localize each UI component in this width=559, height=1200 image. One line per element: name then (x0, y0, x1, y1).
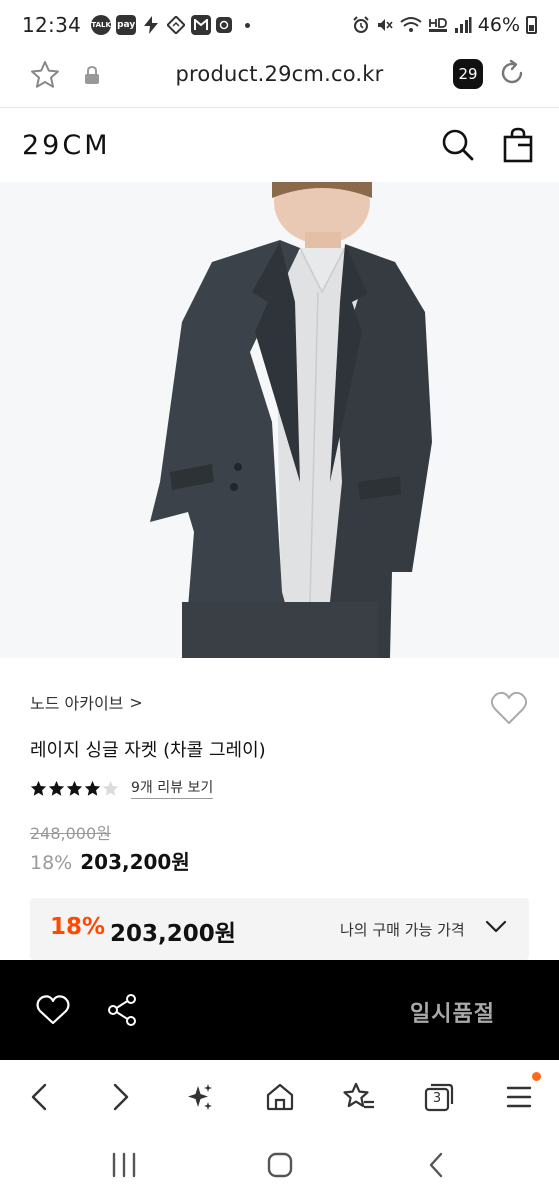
purchase-action-bar: 일시품절 (0, 960, 559, 1060)
search-icon[interactable] (441, 128, 475, 162)
menu-notification-dot (532, 1072, 541, 1081)
star-filled-icon (48, 780, 65, 796)
kakaotalk-icon: TALK (91, 15, 112, 35)
discount-rate: 18% (30, 852, 73, 874)
star-filled-icon (66, 780, 83, 796)
browser-toolbar: 3 (0, 1060, 559, 1132)
back-nav-icon[interactable] (426, 1152, 448, 1178)
purchase-price: 203,200원 (110, 921, 236, 947)
browser-url-bar: product.29cm.co.kr 29 (0, 50, 559, 108)
system-navigation-bar (0, 1132, 559, 1200)
tabs-button[interactable]: 3 (424, 1082, 454, 1112)
brand-link[interactable]: 노드 아카이브 > (30, 690, 143, 714)
purchase-price-label: 나의 구매 가능 가격 (340, 921, 465, 939)
brand-name: 노드 아카이브 (30, 694, 124, 713)
alarm-icon (353, 16, 369, 33)
status-time: 12:34 (22, 13, 82, 37)
bookmarks-icon[interactable] (342, 1082, 376, 1112)
chevron-right-icon: > (129, 692, 143, 712)
app-notification-icon (216, 17, 233, 33)
site-header: 29CM (0, 108, 559, 182)
recent-apps-icon[interactable] (110, 1152, 138, 1178)
notification-icons: TALK pay (91, 15, 251, 35)
product-image[interactable] (0, 182, 559, 658)
menu-icon[interactable] (506, 1082, 532, 1112)
my-purchase-price-box[interactable]: 18% 203,200원 나의 구매 가능 가격 (30, 898, 529, 960)
soldout-button[interactable]: 일시품절 (410, 996, 495, 1028)
sale-price: 203,200원 (80, 850, 190, 874)
product-photo-illustration (0, 182, 559, 658)
home-nav-icon[interactable] (266, 1152, 294, 1178)
star-filled-icon (30, 780, 47, 796)
signal-icon (454, 17, 472, 33)
back-icon[interactable] (28, 1082, 50, 1112)
hd-voice-icon (428, 18, 447, 32)
direction-icon (166, 15, 186, 35)
mute-icon (377, 19, 393, 31)
price-row: 18% 203,200원 (30, 846, 190, 875)
wishlist-heart-icon[interactable] (36, 994, 70, 1026)
site-tab-badge[interactable]: 29 (453, 59, 483, 89)
original-price: 248,000원 (30, 824, 111, 843)
forward-icon[interactable] (110, 1082, 132, 1112)
site-logo[interactable]: 29CM (22, 130, 111, 161)
wifi-icon (400, 17, 422, 32)
ai-sparkle-icon[interactable] (186, 1082, 214, 1112)
battery-icon (526, 16, 537, 34)
star-empty-icon (102, 780, 119, 796)
chevron-down-icon[interactable] (485, 920, 507, 934)
pay-icon: pay (116, 15, 137, 35)
star-rating (30, 780, 119, 797)
star-filled-icon (84, 780, 101, 796)
tabs-count: 3 (432, 1091, 442, 1106)
status-bar: 12:34 TALK pay 46% (0, 0, 559, 50)
product-name: 레이지 싱글 자켓 (차콜 그레이) (30, 740, 266, 761)
gmail-icon (191, 15, 212, 35)
rating-row: 9개 리뷰 보기 (30, 777, 214, 799)
reload-icon[interactable] (497, 58, 527, 88)
review-link[interactable]: 9개 리뷰 보기 (131, 777, 214, 799)
bolt-icon (141, 15, 161, 35)
home-icon[interactable] (265, 1082, 295, 1112)
system-status-icons: 46% (352, 14, 537, 36)
battery-percent: 46% (477, 14, 520, 36)
share-icon[interactable] (106, 993, 138, 1027)
shopping-bag-icon[interactable] (502, 127, 534, 163)
purchase-discount-rate: 18% (50, 914, 106, 940)
heart-icon[interactable] (490, 690, 528, 726)
more-notifications-dot (245, 22, 251, 28)
